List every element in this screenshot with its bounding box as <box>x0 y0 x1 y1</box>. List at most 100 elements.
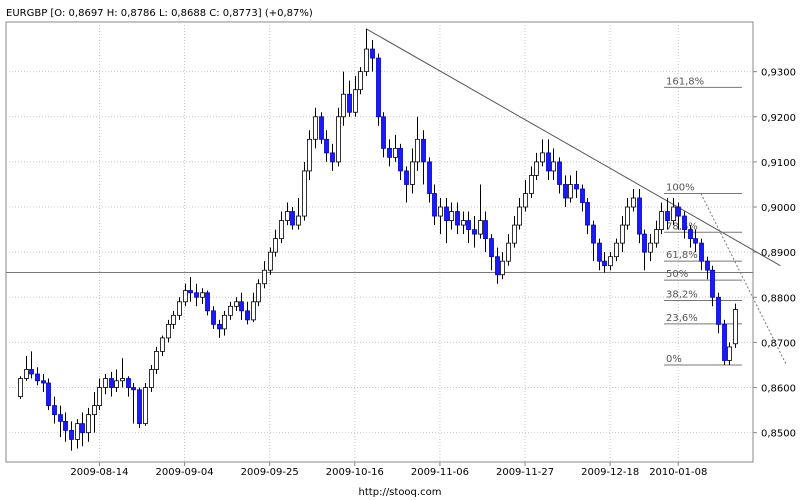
candle-body-down <box>466 220 471 230</box>
candle-body-down <box>126 378 131 388</box>
candle-body-down <box>455 211 460 226</box>
fib-level-label: 61,8% <box>666 250 698 261</box>
candle-body-up <box>160 337 165 352</box>
candle <box>733 303 738 348</box>
candle-body-up <box>517 206 522 226</box>
chart-title: EURGBP [O: 0,8697 H: 0,8786 L: 0,8688 C:… <box>6 8 313 19</box>
candle-body-down <box>563 184 568 199</box>
fib-level-label: 100% <box>666 182 695 193</box>
y-tick-label: 0,8700 <box>761 338 796 349</box>
y-tick-label: 0,8500 <box>761 429 796 440</box>
x-tick-label: 2009-10-16 <box>326 467 384 478</box>
candle-body-down <box>109 378 114 388</box>
fib-level-label: 78,6% <box>666 221 698 232</box>
candle <box>336 107 341 167</box>
candle-body-up <box>177 301 182 316</box>
candle-body-up <box>228 305 233 316</box>
candle-body-up <box>273 238 278 253</box>
candle <box>46 378 51 411</box>
candle-body-down <box>205 292 210 312</box>
candle-body-up <box>234 301 239 307</box>
candlestick-chart: EURGBP [O: 0,8697 H: 0,8786 L: 0,8688 C:… <box>5 8 796 498</box>
candle-body-up <box>120 378 125 382</box>
candle-body-down <box>637 197 642 235</box>
candle-body-up <box>523 193 528 208</box>
candle-body-up <box>393 147 398 158</box>
candle-body-up <box>251 301 256 321</box>
candle-body-down <box>239 301 244 312</box>
candle-body-down <box>682 215 687 230</box>
x-tick-label: 2010-01-08 <box>649 467 707 478</box>
candle-body-up <box>313 116 318 140</box>
candle-body-up <box>341 93 346 118</box>
candle <box>319 112 324 144</box>
candle-body-up <box>18 378 23 397</box>
candle-body-down <box>376 57 381 118</box>
candle-body-down <box>574 184 579 190</box>
x-tick-label: 2009-08-14 <box>70 467 128 478</box>
candle-body-down <box>290 211 295 226</box>
candle-body-up <box>75 423 80 440</box>
candle-body-down <box>722 323 727 361</box>
candle-body-up <box>222 314 227 330</box>
x-tick-label: 2009-11-27 <box>496 467 554 478</box>
candle-body-up <box>256 283 261 303</box>
candle-body-down <box>546 152 551 172</box>
y-tick-label: 0,8800 <box>761 293 796 304</box>
candle-body-down <box>370 48 375 59</box>
fib-level-label: 23,6% <box>666 313 698 324</box>
candle-body-up <box>296 215 301 226</box>
candle-body-up <box>733 309 738 345</box>
candle-body-up <box>336 116 341 163</box>
candle-body-up <box>268 251 273 271</box>
candle-body-up <box>478 220 483 235</box>
candle-body-down <box>580 188 585 203</box>
candle-body-down <box>211 310 216 325</box>
candle-body-up <box>307 138 312 172</box>
candle-body-up <box>410 161 415 185</box>
candle-body-up <box>92 405 97 416</box>
candle-body-down <box>35 373 40 382</box>
candle-body-up <box>654 229 659 244</box>
candle-body-up <box>183 290 188 303</box>
y-tick-label: 0,9200 <box>761 113 796 124</box>
fib-level-label: 0% <box>666 354 682 365</box>
candle-body-down <box>432 193 437 217</box>
candle-body-down <box>716 296 721 325</box>
candle-body-up <box>358 71 363 91</box>
candle-body-up <box>302 170 307 217</box>
candle-body-up <box>568 184 573 199</box>
candle-body-down <box>472 229 477 235</box>
candle-body-down <box>29 369 34 375</box>
x-tick-label: 2009-11-06 <box>411 467 469 478</box>
candle-body-up <box>534 161 539 176</box>
candle-body-up <box>620 224 625 244</box>
candle-body-up <box>438 206 443 217</box>
candle-body-down <box>217 323 222 330</box>
candle-body-down <box>705 260 710 271</box>
candle-body-down <box>381 116 386 149</box>
candle-body-down <box>665 211 670 221</box>
candle-body-up <box>461 220 466 226</box>
candle-body-up <box>529 175 534 194</box>
candle <box>143 383 148 426</box>
candle <box>18 376 23 399</box>
candle-body-up <box>608 256 613 267</box>
candle-body-up <box>364 48 369 73</box>
candle-body-down <box>330 152 335 163</box>
candle-body-down <box>319 116 324 140</box>
candle-body-down <box>693 238 698 244</box>
candle-body-down <box>591 224 596 244</box>
candle-body-up <box>500 260 505 276</box>
candle-body-up <box>512 224 517 244</box>
candle-body-up <box>614 242 619 258</box>
candle-body-down <box>676 206 681 217</box>
candle-body-down <box>58 414 63 422</box>
candle-body-down <box>41 380 46 384</box>
candle-body-down <box>324 138 329 154</box>
candle-body-up <box>551 161 556 172</box>
candle-body-down <box>688 229 693 240</box>
fib-level-label: 161,8% <box>666 76 704 87</box>
candle-body-up <box>540 152 545 163</box>
candle-body-up <box>114 380 119 388</box>
